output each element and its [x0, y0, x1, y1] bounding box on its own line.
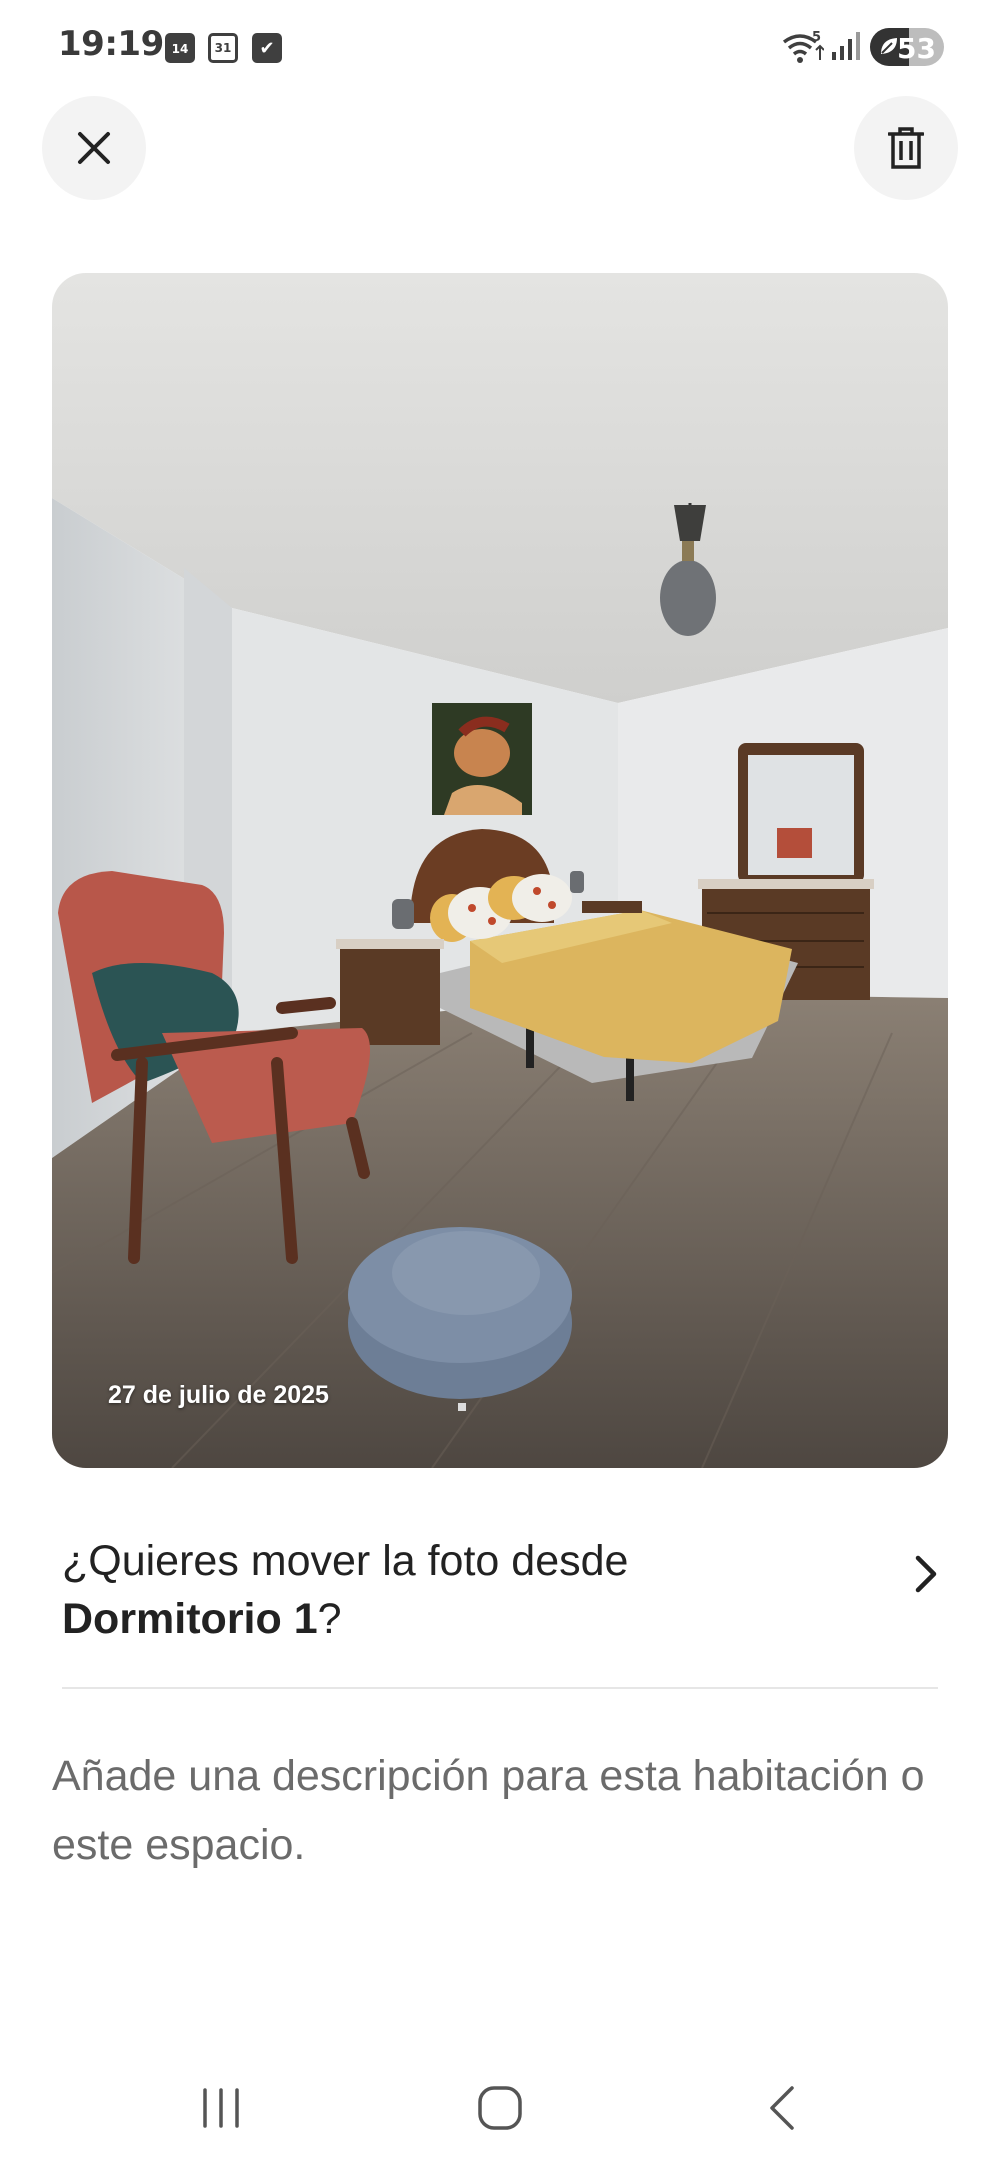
checkbox-icon: ✔ [252, 33, 282, 63]
battery-percent: 53 [897, 32, 936, 65]
wifi-label: 5 [812, 30, 821, 45]
back-button[interactable] [737, 2080, 827, 2136]
wifi-icon: 5 [782, 30, 824, 63]
home-icon [478, 2086, 522, 2130]
back-icon [770, 2086, 794, 2130]
room-photo[interactable]: 27 de julio de 2025 [52, 273, 948, 1468]
photo-date: 27 de julio de 2025 [108, 1381, 329, 1409]
recents-button[interactable] [176, 2080, 266, 2136]
bedroom-image [52, 273, 948, 1468]
move-photo-question: ¿Quieres mover la foto desde Dormitorio … [62, 1532, 942, 1648]
delete-button[interactable] [854, 96, 958, 200]
move-photo-suffix: ? [317, 1595, 342, 1643]
calendar-14-icon: 14 [165, 33, 195, 63]
description-input[interactable]: Añade una descripción para esta habitaci… [52, 1742, 972, 1880]
divider [62, 1687, 938, 1689]
status-bar: 19:19 14 31 ✔ 5 53 [0, 0, 1000, 100]
move-photo-prefix: ¿Quieres mover la foto desde [62, 1537, 629, 1585]
status-time: 19:19 [58, 24, 164, 64]
calendar-31-icon: 31 [208, 33, 238, 63]
recents-icon [203, 2088, 239, 2128]
room-name: Dormitorio 1 [62, 1595, 318, 1643]
signal-icon [832, 32, 860, 60]
close-icon [78, 132, 110, 164]
move-photo-row[interactable]: ¿Quieres mover la foto desde Dormitorio … [62, 1532, 942, 1652]
battery-indicator: 53 [870, 28, 944, 66]
chevron-right-icon [915, 1555, 937, 1593]
home-button[interactable] [455, 2080, 545, 2136]
trash-icon [888, 127, 924, 169]
close-button[interactable] [42, 96, 146, 200]
